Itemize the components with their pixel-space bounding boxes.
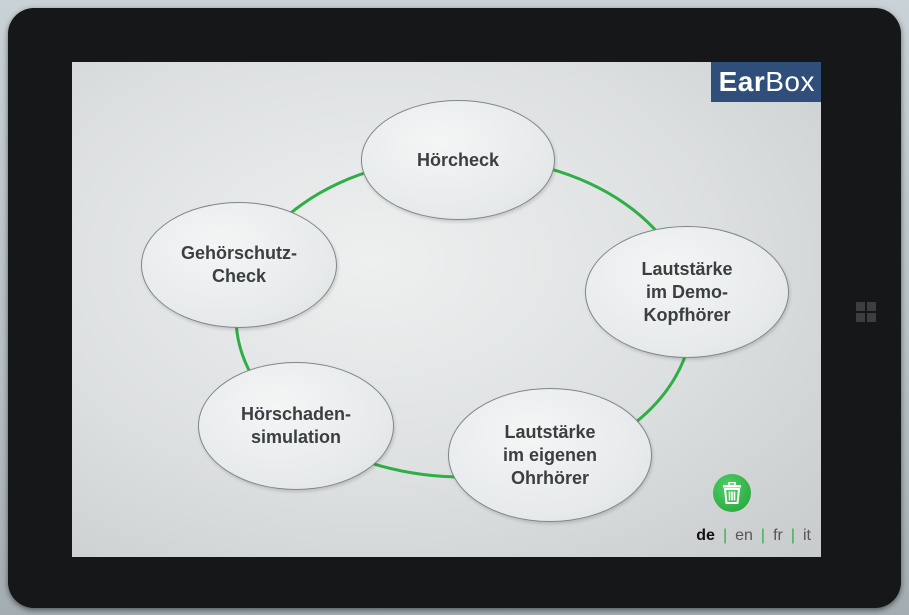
windows-logo-icon[interactable] [856, 302, 876, 322]
menu-demo-headphone-button[interactable]: Lautstärke im Demo- Kopfhörer [585, 226, 789, 358]
menu-hoercheck-button[interactable]: Hörcheck [361, 100, 555, 220]
app-screen: EarBox Hörcheck Lautstärke im Demo- Kopf… [72, 62, 821, 557]
lang-separator: | [760, 527, 766, 544]
language-switcher: de | en | fr | it [696, 527, 811, 545]
lang-en[interactable]: en [735, 527, 753, 544]
lang-de[interactable]: de [696, 527, 715, 544]
menu-hearing-protection-check-button[interactable]: Gehörschutz- Check [141, 202, 337, 328]
lang-it[interactable]: it [803, 527, 811, 544]
menu-hearing-damage-simulation-button[interactable]: Hörschaden- simulation [198, 362, 394, 490]
lang-fr[interactable]: fr [773, 527, 783, 544]
lang-separator: | [722, 527, 728, 544]
trash-icon [723, 482, 741, 504]
menu-own-earphone-button[interactable]: Lautstärke im eigenen Ohrhörer [448, 388, 652, 522]
lang-separator: | [790, 527, 795, 544]
reset-button[interactable] [713, 474, 751, 512]
